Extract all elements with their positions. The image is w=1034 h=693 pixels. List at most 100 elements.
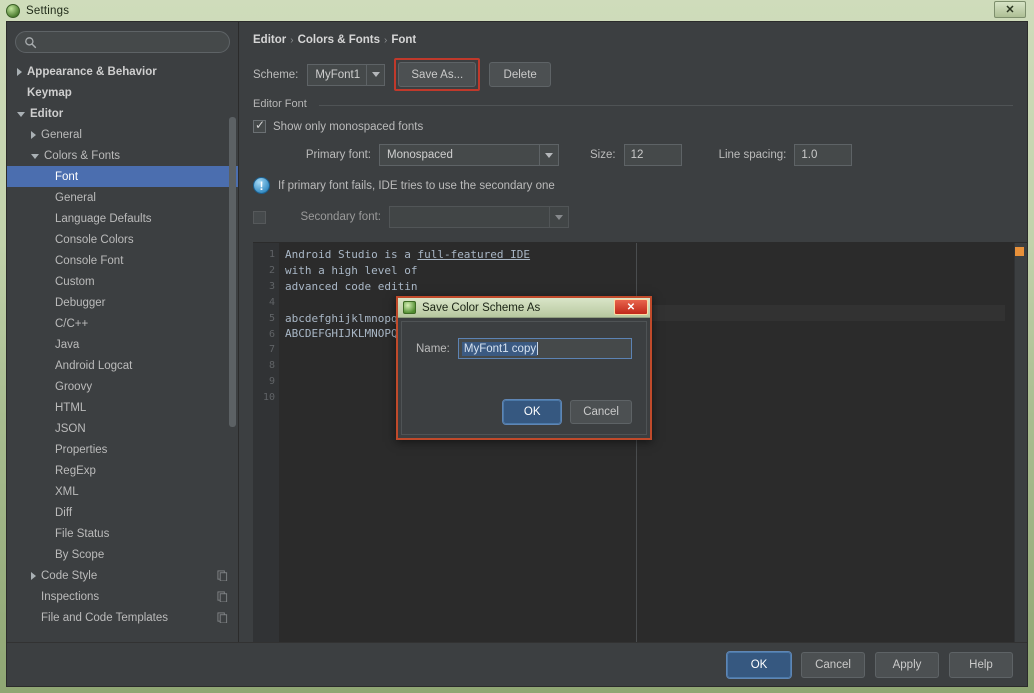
- close-icon[interactable]: ✕: [994, 1, 1026, 18]
- editor-font-group-title: Editor Font: [253, 98, 313, 110]
- sidebar-item-label: Properties: [55, 443, 108, 456]
- group-divider: [319, 105, 1013, 106]
- sidebar-item-inspections[interactable]: Inspections: [7, 586, 238, 607]
- sidebar-item-groovy[interactable]: Groovy: [7, 376, 238, 397]
- chevron-right-icon[interactable]: [17, 67, 22, 76]
- sidebar-item-label: Groovy: [55, 380, 93, 393]
- sidebar-item-label: Debugger: [55, 296, 106, 309]
- scheme-value: MyFont1: [315, 68, 361, 81]
- show-monospaced-checkbox[interactable]: [253, 118, 266, 133]
- sidebar-item-custom[interactable]: Custom: [7, 271, 238, 292]
- secondary-font-checkbox[interactable]: [253, 210, 266, 224]
- font-size-field[interactable]: 12: [623, 144, 682, 166]
- sidebar-item-keymap[interactable]: Keymap: [7, 82, 238, 103]
- chevron-down-icon[interactable]: [31, 154, 39, 159]
- search-input[interactable]: [42, 36, 221, 48]
- save-as-button[interactable]: Save As...: [398, 62, 477, 87]
- preview-vertical-scrollbar[interactable]: [1014, 243, 1027, 642]
- sidebar-item-by-scope[interactable]: By Scope: [7, 544, 238, 565]
- settings-tree[interactable]: Appearance & Behavior Keymap Editor General…: [7, 57, 238, 642]
- sidebar-item-file-status[interactable]: File Status: [7, 523, 238, 544]
- preview-marker-square[interactable]: [1015, 247, 1024, 256]
- sidebar-item-label: Java: [55, 338, 80, 351]
- sidebar-item-java[interactable]: Java: [7, 334, 238, 355]
- save-color-scheme-dialog: Save Color Scheme As ✕ Name: MyFont1 cop…: [396, 296, 652, 440]
- apply-button[interactable]: Apply: [875, 651, 939, 678]
- scheme-label: Scheme:: [253, 68, 299, 81]
- dialog-titlebar: Save Color Scheme As ✕: [398, 298, 650, 318]
- chevron-down-icon[interactable]: [365, 64, 385, 85]
- name-label: Name:: [416, 342, 450, 355]
- sidebar-item-label: Custom: [55, 275, 95, 288]
- breadcrumb-colors-fonts[interactable]: Colors & Fonts: [298, 34, 380, 46]
- sidebar-item-file-and-code-templates[interactable]: File and Code Templates: [7, 607, 238, 628]
- sidebar-item-debugger[interactable]: Debugger: [7, 292, 238, 313]
- chevron-right-icon[interactable]: [31, 571, 36, 580]
- sidebar-scrollbar[interactable]: [229, 117, 236, 427]
- window-body: Appearance & Behavior Keymap Editor General…: [7, 22, 1027, 642]
- sidebar-item-label: Code Style: [41, 569, 98, 582]
- preview-code[interactable]: Android Studio is a full-featured IDE wit…: [279, 243, 1027, 642]
- secondary-font-row: Secondary font:: [253, 206, 1013, 228]
- sidebar-item-label: Android Logcat: [55, 359, 133, 372]
- breadcrumb-editor[interactable]: Editor: [253, 34, 286, 46]
- copy-scheme-icon[interactable]: [217, 570, 228, 581]
- sidebar-item-label: Console Font: [55, 254, 124, 267]
- scheme-dropdown[interactable]: MyFont1: [307, 63, 386, 86]
- sidebar-item-properties[interactable]: Properties: [7, 439, 238, 460]
- close-icon[interactable]: ✕: [614, 299, 648, 315]
- line-number: 3: [268, 280, 275, 292]
- sidebar-item-label: RegExp: [55, 464, 96, 477]
- copy-scheme-icon[interactable]: [217, 591, 228, 602]
- line-spacing-field[interactable]: 1.0: [794, 144, 853, 166]
- sidebar-item-appearance-behavior[interactable]: Appearance & Behavior: [7, 61, 238, 82]
- code-line: Android Studio is a full-featured IDE: [285, 247, 1027, 263]
- dialog-ok-button[interactable]: OK: [502, 399, 563, 425]
- code-text: ABCDEFGHIJKLMNOPQRS: [285, 327, 411, 341]
- sidebar-item-label: JSON: [55, 422, 86, 435]
- sidebar-item-language-defaults[interactable]: Language Defaults: [7, 208, 238, 229]
- search-box[interactable]: [15, 31, 230, 53]
- breadcrumb-font: Font: [391, 34, 417, 46]
- sidebar-item-colors-fonts[interactable]: Colors & Fonts: [7, 145, 238, 166]
- help-button[interactable]: Help: [949, 651, 1013, 678]
- chevron-down-icon[interactable]: [539, 145, 558, 165]
- android-studio-icon: [6, 3, 20, 18]
- sidebar-item-diff[interactable]: Diff: [7, 502, 238, 523]
- secondary-font-dropdown[interactable]: [389, 206, 569, 228]
- sidebar-item-console-font[interactable]: Console Font: [7, 250, 238, 271]
- scheme-name-input[interactable]: MyFont1 copy: [457, 338, 632, 359]
- ok-button[interactable]: OK: [726, 650, 792, 679]
- line-number: 2: [268, 264, 275, 276]
- sidebar-item-label: Font: [55, 170, 79, 183]
- copy-scheme-icon[interactable]: [217, 612, 228, 623]
- sidebar-item-code-style[interactable]: Code Style: [7, 565, 238, 586]
- code-text-underlined: full-featured IDE: [417, 248, 531, 261]
- chevron-right-icon[interactable]: [31, 130, 36, 139]
- sidebar-item-c-c[interactable]: C/C++: [7, 313, 238, 334]
- cancel-button[interactable]: Cancel: [801, 651, 865, 678]
- info-icon: !: [253, 177, 270, 194]
- sidebar-item-regexp[interactable]: RegExp: [7, 460, 238, 481]
- sidebar-item-html[interactable]: HTML: [7, 397, 238, 418]
- breadcrumb-separator: ›: [384, 34, 388, 46]
- line-number: 10: [262, 392, 275, 404]
- delete-scheme-button[interactable]: Delete: [489, 62, 552, 87]
- sidebar-item-console-colors[interactable]: Console Colors: [7, 229, 238, 250]
- sidebar-item-label: C/C++: [55, 317, 89, 330]
- sidebar-item-json[interactable]: JSON: [7, 418, 238, 439]
- sidebar-item-general[interactable]: General: [7, 124, 238, 145]
- chevron-down-icon[interactable]: [17, 112, 25, 117]
- dialog-body: Name: MyFont1 copy OK Cancel: [401, 321, 647, 435]
- settings-tree-items: Appearance & Behavior Keymap Editor General…: [7, 61, 238, 628]
- sidebar-item-android-logcat[interactable]: Android Logcat: [7, 355, 238, 376]
- chevron-down-icon[interactable]: [549, 207, 568, 227]
- sidebar-item-editor[interactable]: Editor: [7, 103, 238, 124]
- sidebar-item-font[interactable]: Font: [7, 166, 238, 187]
- primary-font-dropdown[interactable]: Monospaced: [379, 144, 559, 166]
- settings-window: Appearance & Behavior Keymap Editor General…: [6, 21, 1028, 687]
- sidebar-item-xml[interactable]: XML: [7, 481, 238, 502]
- code-line: with a high level of: [285, 263, 1027, 279]
- sidebar-item-general[interactable]: General: [7, 187, 238, 208]
- dialog-cancel-button[interactable]: Cancel: [570, 400, 632, 424]
